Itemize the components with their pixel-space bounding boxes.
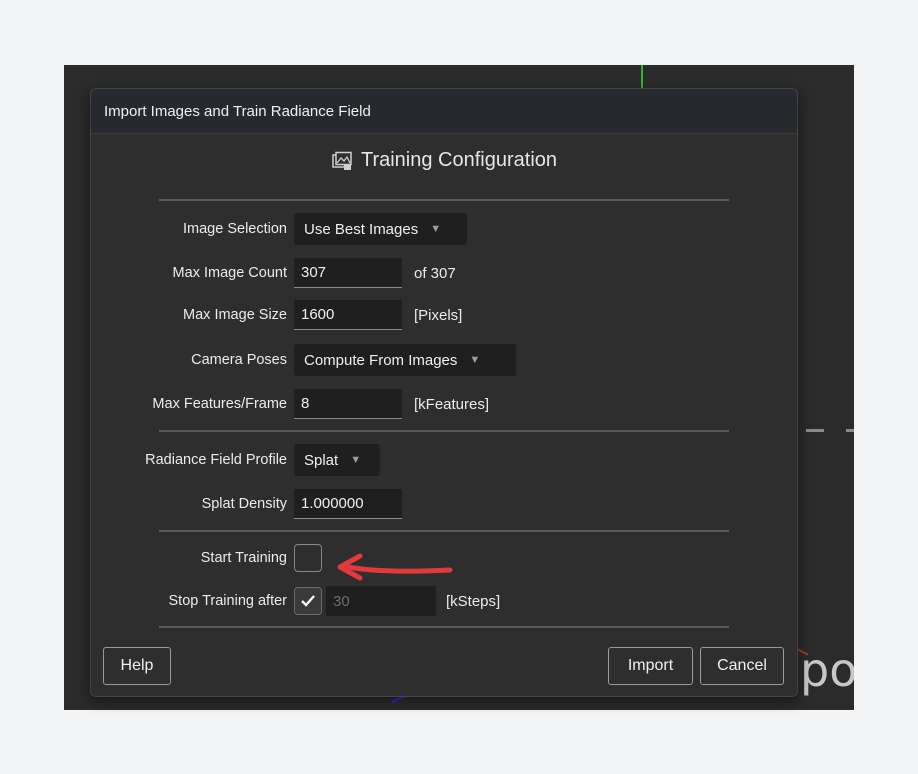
chevron-down-icon: ▼ xyxy=(430,223,442,235)
camera-poses-label: Camera Poses xyxy=(191,352,287,368)
camera-poses-dropdown[interactable]: Compute From Images ▼ xyxy=(294,344,516,376)
checkmark-icon xyxy=(301,595,315,607)
image-config-icon xyxy=(331,151,353,171)
row-image-selection: Image Selection Use Best Images ▼ xyxy=(91,213,797,245)
max-image-size-suffix: [Pixels] xyxy=(414,306,463,324)
max-image-count-input[interactable]: 307 xyxy=(294,258,402,288)
radiance-profile-dropdown[interactable]: Splat ▼ xyxy=(294,444,380,476)
row-radiance-profile: Radiance Field Profile Splat ▼ xyxy=(91,444,797,476)
section-title: Training Configuration xyxy=(360,149,558,171)
radiance-profile-value: Splat xyxy=(304,451,339,469)
annotation-arrow-icon xyxy=(337,553,453,581)
max-features-label: Max Features/Frame xyxy=(152,396,287,412)
chevron-down-icon: ▼ xyxy=(350,454,362,466)
splat-density-input[interactable]: 1.000000 xyxy=(294,489,402,519)
stop-training-checkbox[interactable] xyxy=(294,587,322,615)
start-training-checkbox[interactable] xyxy=(294,544,322,572)
start-training-label: Start Training xyxy=(200,550,287,566)
chevron-down-icon: ▼ xyxy=(469,354,481,366)
section-header: Training Configuration xyxy=(91,149,797,172)
row-max-image-size: Max Image Size 1600 [Pixels] xyxy=(91,300,797,330)
import-button[interactable]: Import xyxy=(608,647,693,685)
cancel-button[interactable]: Cancel xyxy=(700,647,784,685)
grid-dash xyxy=(846,429,854,432)
divider xyxy=(159,626,729,628)
max-image-count-suffix: of 307 xyxy=(414,264,456,282)
max-image-size-input[interactable]: 1600 xyxy=(294,300,402,330)
splat-density-label: Splat Density xyxy=(201,496,287,512)
max-image-size-label: Max Image Size xyxy=(183,307,287,323)
max-image-count-label: Max Image Count xyxy=(172,265,287,281)
max-features-input[interactable]: 8 xyxy=(294,389,402,419)
divider xyxy=(159,199,729,201)
stop-training-steps-input[interactable]: 30 xyxy=(326,586,436,616)
row-camera-poses: Camera Poses Compute From Images ▼ xyxy=(91,344,797,376)
stop-training-suffix: [kSteps] xyxy=(446,592,501,610)
viewport-background-text: po xyxy=(800,643,854,697)
row-splat-density: Splat Density 1.000000 xyxy=(91,489,797,519)
image-selection-dropdown[interactable]: Use Best Images ▼ xyxy=(294,213,467,245)
axis-y-line xyxy=(641,65,643,89)
help-button[interactable]: Help xyxy=(103,647,171,685)
camera-poses-value: Compute From Images xyxy=(304,351,458,369)
divider xyxy=(159,530,729,532)
row-max-image-count: Max Image Count 307 of 307 xyxy=(91,258,797,288)
import-train-dialog: Import Images and Train Radiance Field T… xyxy=(90,88,798,697)
dialog-titlebar[interactable]: Import Images and Train Radiance Field xyxy=(91,89,797,134)
image-selection-value: Use Best Images xyxy=(304,220,419,238)
radiance-profile-label: Radiance Field Profile xyxy=(145,452,287,468)
divider xyxy=(159,430,729,432)
dialog-title: Import Images and Train Radiance Field xyxy=(104,102,371,120)
stop-training-label: Stop Training after xyxy=(168,593,288,609)
grid-dash xyxy=(806,429,824,432)
max-features-suffix: [kFeatures] xyxy=(414,395,490,413)
row-stop-training: Stop Training after 30 [kSteps] xyxy=(91,586,797,616)
row-max-features: Max Features/Frame 8 [kFeatures] xyxy=(91,389,797,419)
image-selection-label: Image Selection xyxy=(183,221,287,237)
